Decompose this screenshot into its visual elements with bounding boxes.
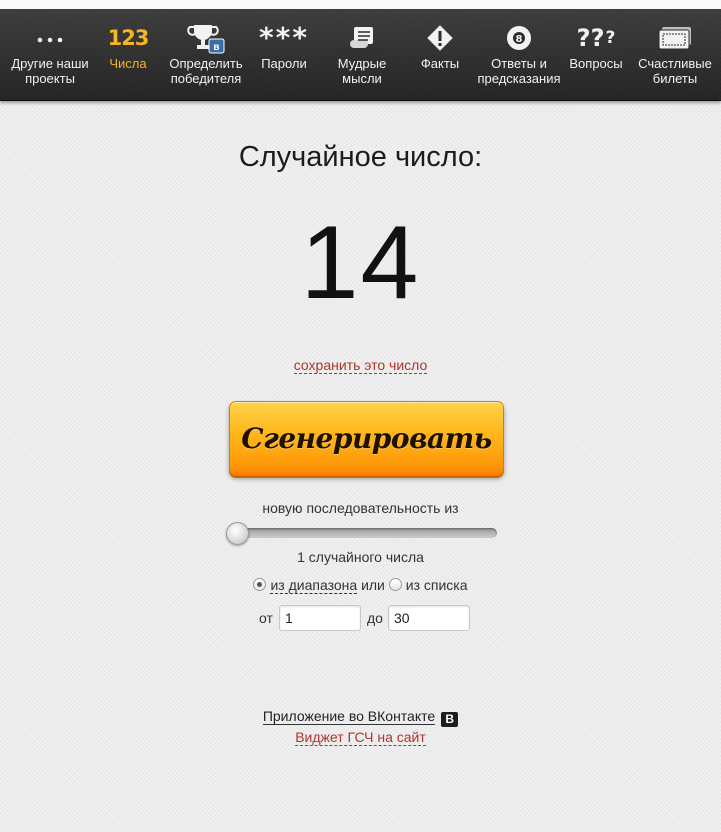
range-to-label: до (367, 610, 383, 626)
radio-from-range-label[interactable]: из диапазона (270, 577, 358, 594)
nav-label: Счастливые билеты (638, 56, 712, 86)
scroll-icon (348, 23, 376, 53)
save-number-link-row: сохранить это число (0, 357, 721, 374)
generate-button[interactable]: Сгенерировать (229, 401, 504, 476)
trophy-vk-icon: в (186, 23, 226, 54)
generate-button-label: Сгенерировать (241, 422, 492, 455)
ellipsis-icon (36, 23, 64, 53)
radio-from-list[interactable] (388, 578, 402, 591)
range-from-input[interactable] (279, 605, 361, 631)
count-slider-track[interactable] (231, 528, 497, 538)
widget-link-row: Виджет ГСЧ на сайт (0, 729, 721, 746)
top-navigation: Другие наши проекты 123 Числа в Определи… (0, 9, 721, 101)
magic-8-ball-icon: 8 (506, 23, 532, 53)
nav-item-questions[interactable]: ?? ? Вопросы (566, 9, 626, 100)
save-number-link[interactable]: сохранить это число (293, 357, 428, 374)
asterisks-icon: *** (259, 21, 309, 54)
nav-item-winner[interactable]: в Определить победителя (160, 9, 252, 100)
ticket-icon (657, 23, 693, 53)
numbers-123-icon: 123 (107, 25, 150, 50)
svg-text:8: 8 (516, 34, 523, 45)
nav-label: Числа (109, 56, 147, 71)
radio-from-list-label[interactable]: из списка (406, 577, 468, 593)
range-from-label: от (259, 610, 273, 626)
nav-label: Пароли (261, 56, 307, 71)
page-title: Случайное число: (238, 141, 483, 173)
svg-text:в: в (213, 42, 219, 53)
random-number-result: 14 (300, 205, 421, 321)
sequence-label: новую последовательность из (262, 500, 459, 516)
nav-label: Определить победителя (169, 56, 243, 86)
radio-from-range[interactable] (253, 578, 267, 591)
nav-item-passwords[interactable]: *** Пароли (254, 9, 314, 100)
nav-item-facts[interactable]: Факты (412, 9, 468, 100)
nav-label: Ответы и предсказания (477, 56, 561, 86)
vk-app-row: Приложение во ВКонтакте B (0, 708, 721, 727)
nav-item-numbers[interactable]: 123 Числа (100, 9, 156, 100)
nav-label: Вопросы (569, 56, 623, 71)
warning-diamond-icon (426, 23, 454, 53)
question-marks-icon: ?? ? (576, 24, 616, 52)
widget-link[interactable]: Виджет ГСЧ на сайт (295, 729, 426, 746)
count-label: 1 случайного числа (297, 549, 424, 565)
range-to-input[interactable] (388, 605, 470, 631)
radio-or-text: или (361, 577, 385, 593)
nav-item-other-projects[interactable]: Другие наши проекты (4, 9, 96, 100)
nav-label: Мудрые мысли (337, 56, 387, 86)
count-slider-handle[interactable] (226, 522, 249, 545)
nav-label: Факты (420, 56, 460, 71)
nav-item-lucky-tickets[interactable]: Счастливые билеты (634, 9, 716, 100)
nav-label: Другие наши проекты (11, 56, 89, 86)
vk-app-link[interactable]: Приложение во ВКонтакте (262, 708, 436, 725)
vk-icon[interactable]: B (441, 712, 459, 727)
nav-item-answers[interactable]: 8 Ответы и предсказания (474, 9, 564, 100)
nav-item-wise-thoughts[interactable]: Мудрые мысли (326, 9, 398, 100)
source-radio-group: из диапазона или из списка (0, 577, 721, 594)
